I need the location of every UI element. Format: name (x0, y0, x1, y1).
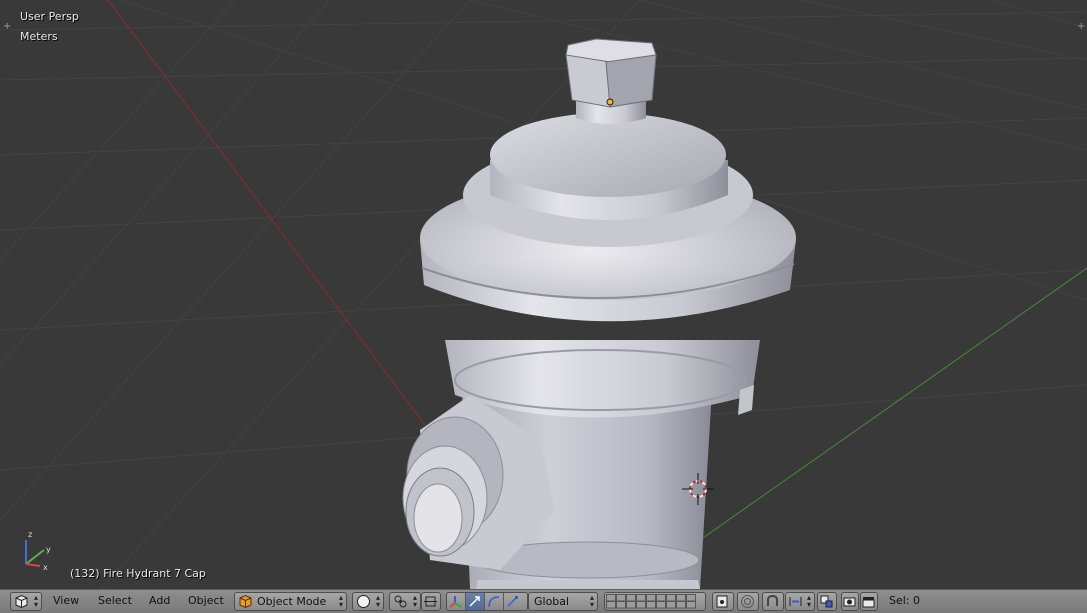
camera-icon (843, 597, 856, 607)
axis-z-label: z (28, 530, 32, 539)
chevron-updown-icon: ▴ ▾ (375, 593, 380, 609)
viewport-header: ▴ ▾ View Select Add Object Object Mode ▴ ▾… (0, 589, 1087, 613)
layer-lock-icon (716, 595, 728, 608)
layers-grid-icon (606, 594, 696, 609)
orientation-label: Global (534, 595, 570, 608)
clapperboard-icon (862, 597, 875, 608)
viewport-scene[interactable]: z y x (0, 0, 1087, 589)
menu-object[interactable]: Object (188, 594, 224, 607)
solid-shading-icon (357, 595, 370, 608)
rotate-arc-icon (488, 596, 500, 608)
chevron-updown-icon: ▴ ▾ (589, 593, 594, 609)
cap-nut (565, 38, 657, 108)
units-label: Meters (20, 30, 58, 43)
magnet-icon (767, 594, 778, 606)
corner-plus-right[interactable]: + (1077, 21, 1085, 32)
manipulator-axes-icon (449, 596, 462, 608)
menu-view[interactable]: View (53, 594, 79, 607)
align-icon (424, 596, 437, 607)
snap-increment-icon (789, 597, 802, 606)
lock-layer-button[interactable] (712, 592, 734, 611)
axis-y-label: y (46, 545, 51, 554)
proportional-edit-icon (741, 595, 754, 608)
chevron-updown-icon: ▴ ▾ (412, 593, 417, 609)
axis-x-label: x (43, 563, 48, 572)
pivot-point-select[interactable]: ▴ ▾ (389, 592, 421, 611)
proportional-editing-button[interactable] (737, 592, 759, 611)
render-opengl-button[interactable] (841, 592, 859, 611)
rotate-manipulator[interactable] (485, 593, 504, 610)
scale-arrow-icon (507, 596, 518, 607)
translate-arrow-icon (469, 596, 480, 607)
pivot-point-icon (394, 595, 407, 608)
chevron-updown-icon: ▴ ▾ (33, 593, 38, 609)
snap-element-select[interactable]: ▴ ▾ (785, 592, 815, 611)
mode-select-label: Object Mode (257, 595, 327, 608)
mode-select[interactable]: Object Mode ▴ ▾ (234, 592, 347, 611)
editor-type-button[interactable]: ▴ ▾ (10, 592, 42, 611)
layer-buttons[interactable] (604, 592, 706, 611)
scale-manipulator[interactable] (504, 593, 522, 610)
snap-target-icon (820, 595, 833, 608)
cube-view-icon (15, 594, 28, 609)
selection-count: Sel: 0 (889, 594, 921, 607)
transform-orientation-select[interactable]: Global ▴ ▾ (528, 592, 598, 611)
view-label: User Persp (20, 10, 79, 23)
menu-add[interactable]: Add (149, 594, 170, 607)
render-animation-button[interactable] (860, 592, 878, 611)
snap-toggle-button[interactable] (762, 592, 784, 611)
origin-dot (606, 98, 614, 106)
axis-gizmo: z y x (25, 530, 51, 572)
chevron-updown-icon: ▴ ▾ (338, 593, 343, 609)
manipulator-group (446, 592, 528, 611)
translate-manipulator[interactable] (466, 593, 485, 610)
chevron-updown-icon: ▴ ▾ (806, 593, 811, 609)
manipulator-toggle[interactable] (447, 593, 466, 610)
3d-viewport[interactable]: z y x User Persp Meters (132) Fire Hydra… (0, 0, 1087, 589)
object-mode-icon (239, 594, 252, 609)
viewport-shading-select[interactable]: ▴ ▾ (352, 592, 384, 611)
object-info: (132) Fire Hydrant 7 Cap (70, 567, 206, 580)
y-axis-line (699, 267, 1087, 541)
menu-select[interactable]: Select (98, 594, 132, 607)
snap-target-button[interactable] (817, 592, 837, 611)
fire-hydrant-model (402, 38, 796, 589)
align-pivot-button[interactable] (421, 592, 441, 611)
corner-plus-left[interactable]: + (3, 21, 11, 32)
